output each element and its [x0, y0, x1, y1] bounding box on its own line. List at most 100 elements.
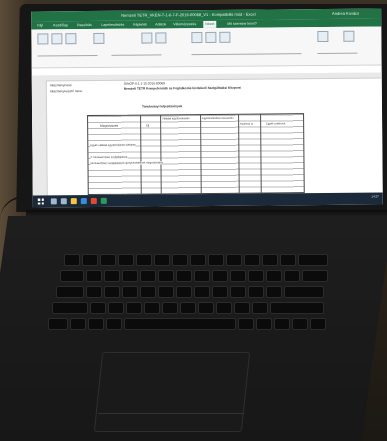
- key[interactable]: [144, 302, 160, 314]
- key[interactable]: [256, 318, 272, 330]
- key[interactable]: [198, 302, 214, 314]
- cell-project-id[interactable]: GINOP-5.1.1-15-2016-00068: [124, 81, 165, 85]
- key[interactable]: [108, 302, 124, 314]
- key[interactable]: [230, 270, 246, 282]
- key[interactable]: [162, 302, 178, 314]
- key[interactable]: [292, 318, 308, 330]
- key[interactable]: [226, 254, 242, 266]
- key[interactable]: [126, 302, 142, 314]
- arrange-icon[interactable]: [205, 31, 217, 44]
- excel-taskbar-icon[interactable]: [100, 197, 107, 204]
- key[interactable]: [104, 286, 120, 298]
- key[interactable]: [140, 286, 156, 298]
- key[interactable]: [244, 254, 260, 266]
- key[interactable]: [248, 286, 264, 298]
- key[interactable]: [216, 302, 232, 314]
- key[interactable]: [298, 254, 328, 266]
- key[interactable]: [270, 302, 324, 314]
- macros-icon[interactable]: [343, 30, 355, 42]
- key[interactable]: [124, 318, 236, 330]
- key[interactable]: [140, 270, 156, 282]
- key[interactable]: [194, 286, 210, 298]
- freeze-panes-icon[interactable]: [219, 31, 231, 43]
- key[interactable]: [136, 254, 152, 266]
- zoom-100-icon[interactable]: [155, 32, 167, 44]
- key[interactable]: [122, 286, 138, 298]
- key[interactable]: [82, 254, 98, 266]
- key[interactable]: [180, 302, 196, 314]
- key[interactable]: [284, 270, 300, 282]
- key[interactable]: [238, 318, 254, 330]
- key[interactable]: [158, 270, 174, 282]
- key[interactable]: [194, 270, 210, 282]
- key[interactable]: [230, 286, 246, 298]
- key[interactable]: [252, 302, 268, 314]
- key[interactable]: [208, 254, 224, 266]
- key[interactable]: [118, 254, 134, 266]
- table-caption[interactable]: Tanulmányi teljesítmények: [142, 104, 182, 108]
- key[interactable]: [64, 254, 80, 266]
- ribbon-body: [31, 26, 382, 69]
- ruler-icon[interactable]: [93, 32, 105, 44]
- key[interactable]: [280, 254, 296, 266]
- key[interactable]: [284, 286, 324, 298]
- task-view-icon[interactable]: [60, 198, 67, 205]
- key[interactable]: [90, 302, 106, 314]
- key[interactable]: [274, 318, 290, 330]
- row-item[interactable]: Munkaerőpiaci szolgáltatások igénybevéte…: [90, 161, 163, 166]
- col-header-other[interactable]: Egyéb szektorok: [266, 122, 286, 126]
- col-header-name[interactable]: Megnevezés: [100, 123, 119, 128]
- key[interactable]: [48, 318, 68, 330]
- key[interactable]: [158, 286, 174, 298]
- row-item[interactable]: Egyéb vállalati együttműködés kifejtése: [90, 143, 136, 148]
- key[interactable]: [190, 254, 206, 266]
- cell-institution-label[interactable]: Intézményneve:: [50, 83, 73, 87]
- col-header-path[interactable]: Szakmai út: [240, 122, 253, 126]
- switch-window-icon[interactable]: [317, 30, 329, 43]
- key[interactable]: [70, 318, 86, 330]
- office-icon[interactable]: [90, 197, 97, 205]
- cell-director-label[interactable]: Intézményvezető neve:: [50, 89, 83, 93]
- worksheet[interactable]: Intézményneve: Intézményvezető neve: GIN…: [31, 72, 383, 196]
- zoom-icon[interactable]: [141, 32, 153, 44]
- windows-start-icon[interactable]: [37, 198, 44, 205]
- key[interactable]: [106, 318, 122, 330]
- key[interactable]: [172, 254, 188, 266]
- key[interactable]: [212, 270, 228, 282]
- search-icon[interactable]: [50, 198, 57, 205]
- key[interactable]: [234, 302, 250, 314]
- key[interactable]: [176, 286, 192, 298]
- key[interactable]: [310, 318, 326, 330]
- key[interactable]: [176, 270, 192, 282]
- page-break-icon[interactable]: [51, 33, 63, 45]
- key[interactable]: [302, 270, 328, 282]
- key[interactable]: [52, 302, 88, 314]
- key[interactable]: [266, 286, 282, 298]
- normal-view-icon[interactable]: [37, 33, 49, 45]
- key[interactable]: [122, 270, 138, 282]
- key[interactable]: [104, 270, 120, 282]
- file-explorer-icon[interactable]: [70, 198, 77, 205]
- key[interactable]: [88, 318, 104, 330]
- col-header-summary[interactable]: Együttműködési összesítés: [202, 116, 234, 121]
- data-table[interactable]: Megnevezés Új Vállalati együttműködés Eg…: [87, 113, 305, 196]
- key[interactable]: [86, 270, 102, 282]
- key[interactable]: [262, 254, 278, 266]
- edge-icon[interactable]: [80, 198, 87, 205]
- col-header-new[interactable]: Új: [146, 123, 150, 128]
- col-header-company[interactable]: Vállalati együttműködés: [162, 117, 190, 121]
- row-item[interactable]: 3. Munkaerőpiaci szolgáltatások: [90, 155, 128, 160]
- key[interactable]: [100, 254, 116, 266]
- touchpad[interactable]: [93, 352, 251, 432]
- key[interactable]: [212, 286, 228, 298]
- key[interactable]: [86, 286, 102, 298]
- clock[interactable]: 14:27: [371, 195, 379, 199]
- key[interactable]: [248, 270, 264, 282]
- key[interactable]: [154, 254, 170, 266]
- key[interactable]: [56, 286, 84, 298]
- key[interactable]: [266, 270, 282, 282]
- page-layout-icon[interactable]: [65, 33, 77, 45]
- new-window-icon[interactable]: [191, 32, 203, 44]
- key[interactable]: [60, 270, 84, 282]
- cell-project-name[interactable]: Nemzeti TETR Kompetenciák és Foglalkozás…: [124, 86, 241, 91]
